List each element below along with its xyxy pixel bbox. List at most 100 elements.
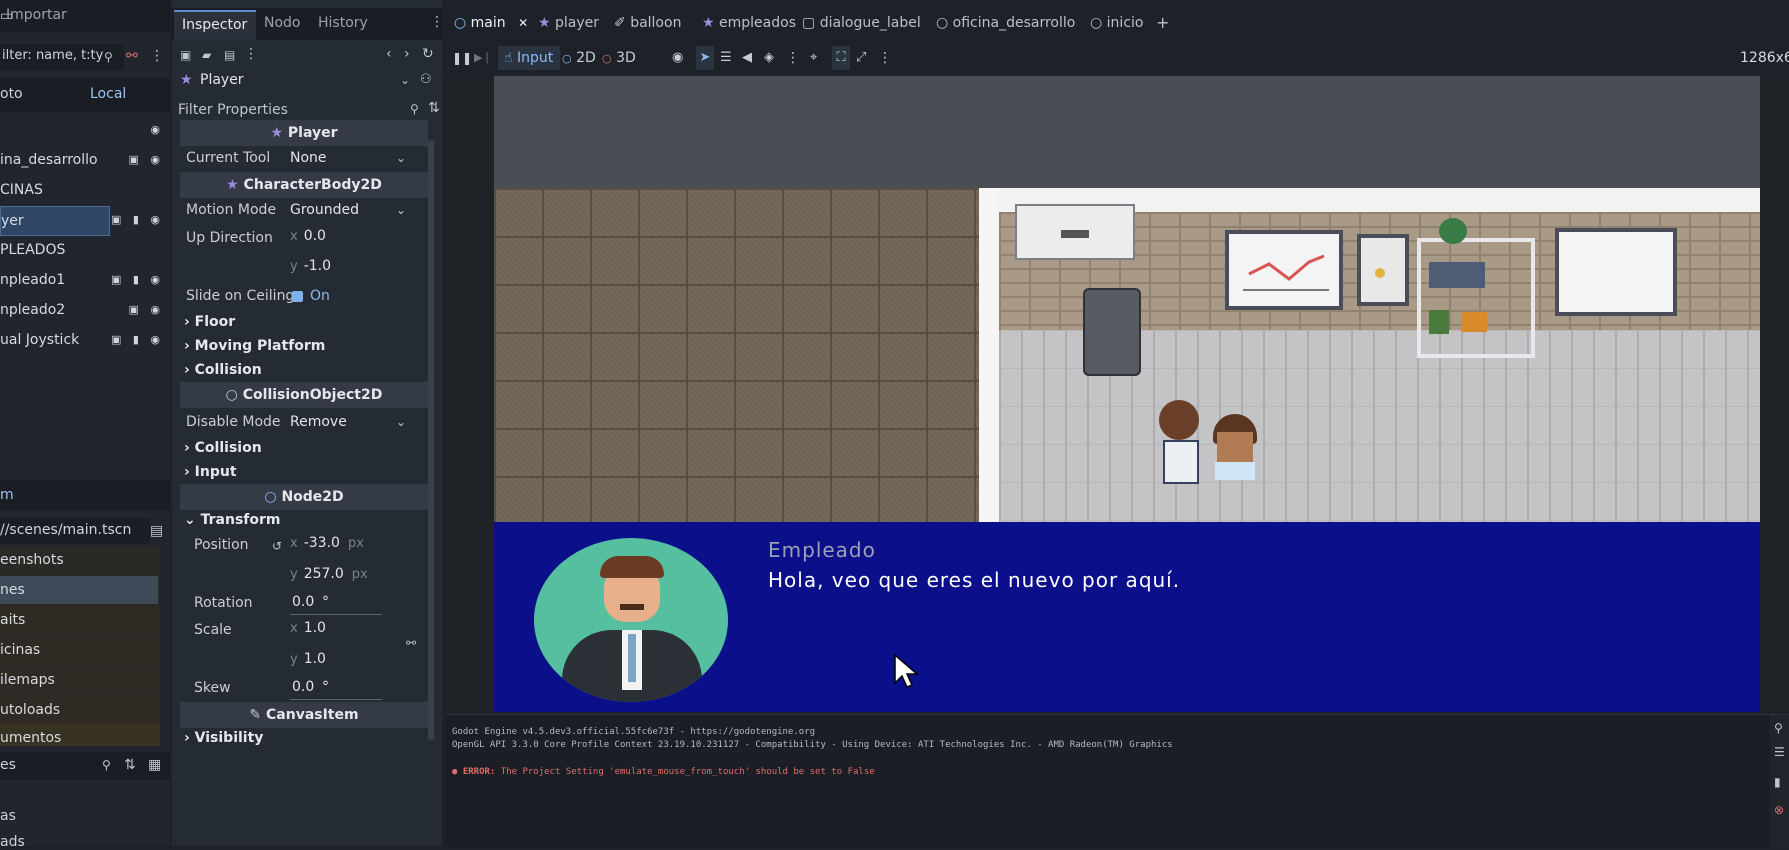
- slide-on-ceiling-checkbox[interactable]: On: [292, 286, 382, 310]
- add-tab-button[interactable]: +: [1156, 8, 1169, 38]
- camera-icon[interactable]: ◈: [764, 46, 774, 70]
- node-status-icons[interactable]: ▣ ▮ ◉: [111, 326, 164, 354]
- game-render[interactable]: Empleado Hola, veo que eres el nuevo por…: [494, 76, 1760, 712]
- grid-view-icon[interactable]: ▦: [148, 757, 161, 773]
- tab-balloon[interactable]: ✐ balloon: [614, 8, 681, 38]
- kebab-menu-icon[interactable]: ⋮: [150, 48, 164, 64]
- section-node2d[interactable]: ○ Node2D: [180, 484, 428, 510]
- tab-remote[interactable]: oto: [0, 86, 23, 102]
- link-scale-icon[interactable]: ⚯: [406, 636, 416, 650]
- pin-icon[interactable]: ⚲: [1774, 721, 1783, 735]
- position-y-field[interactable]: y 257.0 px: [290, 566, 412, 590]
- next-frame-icon[interactable]: ▶❘: [474, 46, 492, 70]
- mode-2d-button[interactable]: ○ 2D: [562, 46, 596, 70]
- tab-player[interactable]: ★ player: [538, 8, 599, 38]
- rotation-slider[interactable]: 0.0 °: [290, 592, 412, 616]
- group-transform[interactable]: ⌄ Transform: [184, 512, 280, 528]
- fs-item-documentos[interactable]: umentos: [0, 724, 160, 746]
- tab-filesystem[interactable]: m: [0, 487, 14, 503]
- fs-item-tilemaps[interactable]: ilemaps: [0, 666, 160, 694]
- disable-mode-select[interactable]: Remove ⌄: [288, 412, 412, 436]
- input-mode-button[interactable]: ☝ Input: [498, 46, 560, 70]
- tab-import[interactable]: Importar: [6, 7, 67, 23]
- group-visibility[interactable]: › Visibility: [184, 730, 263, 746]
- list-icon[interactable]: ☰: [1774, 745, 1785, 759]
- node-script-icon[interactable]: ⚇: [420, 72, 432, 87]
- save-icon[interactable]: ▤: [224, 48, 235, 62]
- tree-row-player[interactable]: yer: [0, 206, 110, 236]
- mode-3d-button[interactable]: ○ 3D: [602, 46, 636, 70]
- speaker-icon[interactable]: ◀: [742, 46, 752, 70]
- close-icon[interactable]: ✕: [518, 16, 528, 30]
- group-input[interactable]: › Input: [184, 464, 237, 480]
- tab-inicio[interactable]: ○ inicio: [1090, 8, 1143, 38]
- fs-item-traits[interactable]: aits: [0, 606, 160, 634]
- pause-icon[interactable]: ❚❚: [452, 46, 472, 70]
- fs-item-scenes[interactable]: nes: [0, 576, 158, 604]
- group-collision[interactable]: › Collision: [184, 362, 262, 378]
- fs-item-autoloads[interactable]: utoloads: [0, 696, 160, 724]
- tab-history[interactable]: History: [318, 15, 368, 31]
- filesystem-path[interactable]: //scenes/main.tscn: [0, 518, 150, 544]
- error-filter-icon[interactable]: ⊗: [1774, 803, 1784, 817]
- bottom-item[interactable]: ads: [0, 834, 25, 850]
- frame-icon[interactable]: ⌖: [810, 46, 817, 70]
- kebab-menu-icon[interactable]: ⋮: [244, 46, 258, 62]
- tree-row-oficina[interactable]: ina_desarrollo ▣ ◉: [0, 146, 170, 174]
- current-tool-select[interactable]: None ⌄: [288, 148, 412, 172]
- tree-row-empleados[interactable]: PLEADOS: [0, 236, 170, 264]
- tab-oficina-desarrollo[interactable]: ○ oficina_desarrollo: [936, 8, 1075, 38]
- expand-icon[interactable]: ⤢: [856, 46, 866, 70]
- up-direction-x-field[interactable]: x 0.0: [290, 228, 412, 252]
- node-status-icons[interactable]: ▣ ▮ ◉: [111, 266, 164, 294]
- open-folder-icon[interactable]: ▰: [202, 48, 211, 62]
- tree-row-root[interactable]: ◉: [0, 116, 170, 144]
- tab-node[interactable]: Nodo: [264, 15, 301, 31]
- eye-icon[interactable]: ◉: [672, 46, 683, 70]
- section-collisionobject2d[interactable]: ○ CollisionObject2D: [180, 382, 428, 408]
- history-forward-icon[interactable]: ›: [404, 46, 410, 62]
- motion-mode-select[interactable]: Grounded ⌄: [288, 200, 412, 224]
- tree-row-empleado1[interactable]: npleado1 ▣ ▮ ◉: [0, 266, 170, 294]
- section-canvasitem[interactable]: ✎ CanvasItem: [180, 702, 428, 728]
- tree-row-joystick[interactable]: ual Joystick ▣ ▮ ◉: [0, 326, 170, 354]
- kebab-menu-icon[interactable]: ⋮: [878, 46, 892, 70]
- up-direction-y-field[interactable]: y -1.0: [290, 258, 412, 282]
- link-icon[interactable]: ⚯: [126, 48, 138, 64]
- scale-y-field[interactable]: y 1.0: [290, 651, 400, 675]
- group-collision-2[interactable]: › Collision: [184, 440, 262, 456]
- fs-item-screenshots[interactable]: eenshots: [0, 546, 160, 574]
- kebab-menu-icon[interactable]: ⋮: [430, 14, 444, 30]
- bottom-item[interactable]: as: [0, 808, 16, 824]
- sort-icon[interactable]: ⇅: [124, 757, 136, 773]
- skew-slider[interactable]: 0.0 °: [290, 677, 412, 701]
- tree-row-oficinas[interactable]: CINAS: [0, 176, 170, 204]
- fs-item-oficinas[interactable]: icinas: [0, 636, 160, 664]
- node-status-icons[interactable]: ▣ ◉: [129, 146, 165, 174]
- list-select-icon[interactable]: ☰: [720, 46, 732, 70]
- group-moving-platform[interactable]: › Moving Platform: [184, 338, 325, 354]
- new-resource-icon[interactable]: ▣: [180, 48, 191, 62]
- bottom-filter[interactable]: es ⚲ ⇅ ▦: [0, 752, 170, 780]
- group-floor[interactable]: › Floor: [184, 314, 235, 330]
- object-history-icon[interactable]: ↻: [422, 46, 434, 62]
- revert-icon[interactable]: ↺: [272, 539, 282, 553]
- tab-local[interactable]: Local: [90, 86, 126, 102]
- tab-empleados[interactable]: ★ empleados: [702, 8, 796, 38]
- history-back-icon[interactable]: ‹: [386, 46, 392, 62]
- sort-icon[interactable]: ⇅: [428, 100, 440, 116]
- tree-row-empleado2[interactable]: npleado2 ▣ ◉: [0, 296, 170, 324]
- node-status-icons[interactable]: ▣ ▮ ◉: [111, 206, 164, 234]
- select-arrow-icon[interactable]: ➤: [696, 46, 714, 70]
- split-view-icon[interactable]: ▤: [150, 523, 163, 539]
- dialogue-balloon[interactable]: Empleado Hola, veo que eres el nuevo por…: [494, 522, 1760, 712]
- tab-main[interactable]: ○ main ✕: [454, 8, 528, 38]
- node-selector[interactable]: ★ Player ⌄: [176, 70, 414, 94]
- section-characterbody2d[interactable]: ★ CharacterBody2D: [180, 172, 428, 198]
- section-player[interactable]: ★ Player: [180, 120, 428, 146]
- node-status-icons[interactable]: ▣ ◉: [129, 296, 165, 324]
- tab-inspector[interactable]: Inspector: [174, 10, 256, 40]
- tab-dialogue-label[interactable]: ▢ dialogue_label: [802, 8, 921, 38]
- copy-icon[interactable]: ▮: [1774, 775, 1781, 789]
- game-viewport[interactable]: Empleado Hola, veo que eres el nuevo por…: [446, 76, 1789, 712]
